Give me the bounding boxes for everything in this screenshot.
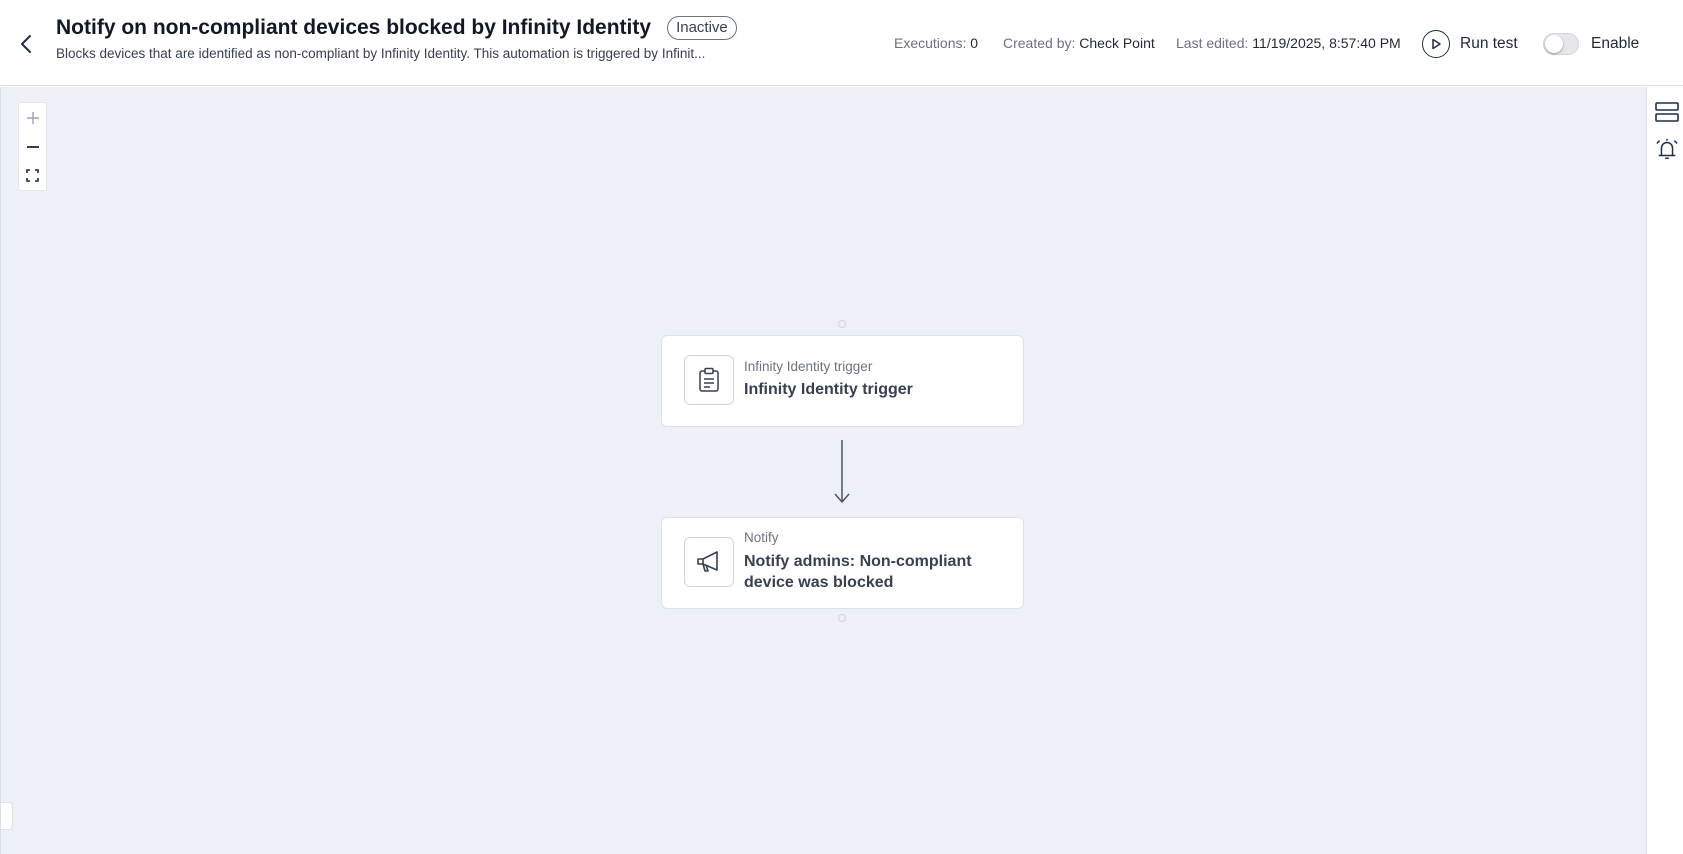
chevron-left-icon	[21, 35, 31, 53]
last-edited-value: 11/19/2025, 8:57:40 PM	[1252, 35, 1401, 51]
node-type-label: Infinity Identity trigger	[744, 359, 873, 374]
notify-node[interactable]: Notify Notify admins: Non-compliant devi…	[661, 517, 1024, 609]
workflow-canvas[interactable]: Infinity Identity trigger Infinity Ident…	[0, 87, 1646, 854]
node-title: Infinity Identity trigger	[744, 381, 913, 398]
back-button[interactable]	[14, 30, 38, 58]
enable-label: Enable	[1591, 35, 1640, 52]
play-circle-icon	[1422, 30, 1450, 58]
right-rail	[1646, 87, 1683, 854]
toggle-knob	[1545, 35, 1563, 53]
connection-handle-bottom[interactable]	[838, 614, 846, 622]
alarm-bell-icon	[1656, 138, 1678, 159]
layout-rows-button[interactable]	[1655, 100, 1679, 124]
enable-toggle-control[interactable]: Enable	[1543, 33, 1639, 55]
last-edited-label: Last edited:	[1176, 35, 1249, 51]
zoom-out-icon	[26, 145, 39, 148]
zoom-controls	[18, 102, 47, 191]
status-badge: Inactive	[667, 16, 737, 40]
title-row: Notify on non-compliant devices blocked …	[56, 16, 737, 40]
panel-collapse-tab[interactable]	[1, 802, 13, 830]
executions-label: Executions:	[894, 35, 967, 51]
trigger-node[interactable]: Infinity Identity trigger Infinity Ident…	[661, 335, 1024, 427]
fit-view-button[interactable]	[19, 161, 46, 190]
enable-toggle[interactable]	[1543, 33, 1579, 55]
fit-view-icon	[26, 169, 39, 182]
executions-count: Executions: 0	[894, 35, 978, 51]
flow-arrow	[834, 440, 850, 504]
automation-header: Notify on non-compliant devices blocked …	[0, 0, 1683, 86]
clipboard-icon	[684, 355, 734, 405]
alarm-button[interactable]	[1655, 137, 1679, 161]
automation-description: Blocks devices that are identified as no…	[56, 46, 706, 61]
node-type-label: Notify	[744, 530, 779, 545]
zoom-in-button[interactable]	[19, 103, 46, 132]
page-title: Notify on non-compliant devices blocked …	[56, 16, 652, 39]
created-by-label: Created by:	[1003, 35, 1076, 51]
last-edited: Last edited: 11/19/2025, 8:57:40 PM	[1176, 35, 1401, 51]
created-by-value: Check Point	[1079, 35, 1155, 51]
node-title: Notify admins: Non-compliant device was …	[744, 553, 972, 591]
executions-value: 0	[970, 35, 979, 51]
megaphone-icon	[684, 537, 734, 587]
layout-rows-icon	[1655, 102, 1679, 122]
run-test-button[interactable]: Run test	[1422, 30, 1518, 58]
connection-handle-top[interactable]	[838, 320, 846, 328]
run-test-label: Run test	[1460, 35, 1518, 52]
zoom-out-button[interactable]	[19, 132, 46, 161]
created-by: Created by: Check Point	[1003, 35, 1155, 51]
zoom-in-icon	[26, 111, 39, 124]
